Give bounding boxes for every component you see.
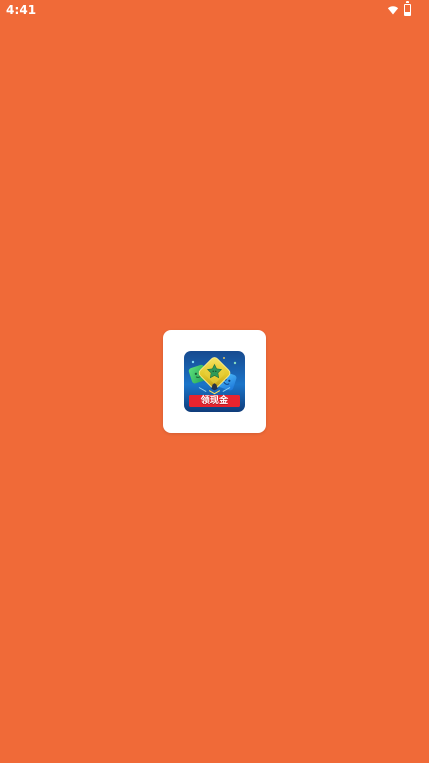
battery-icon	[404, 1, 411, 16]
status-bar: 4:41	[0, 0, 429, 20]
app-icon: 领现金	[184, 351, 245, 412]
splash-screen: 4:41 领现金	[0, 0, 429, 763]
app-icon-card: 领现金	[163, 330, 266, 433]
app-icon-label: 领现金	[189, 395, 240, 407]
battery-level-indicator	[405, 11, 410, 15]
wifi-icon	[387, 6, 399, 15]
status-time: 4:41	[6, 3, 37, 17]
status-icons	[387, 1, 411, 17]
